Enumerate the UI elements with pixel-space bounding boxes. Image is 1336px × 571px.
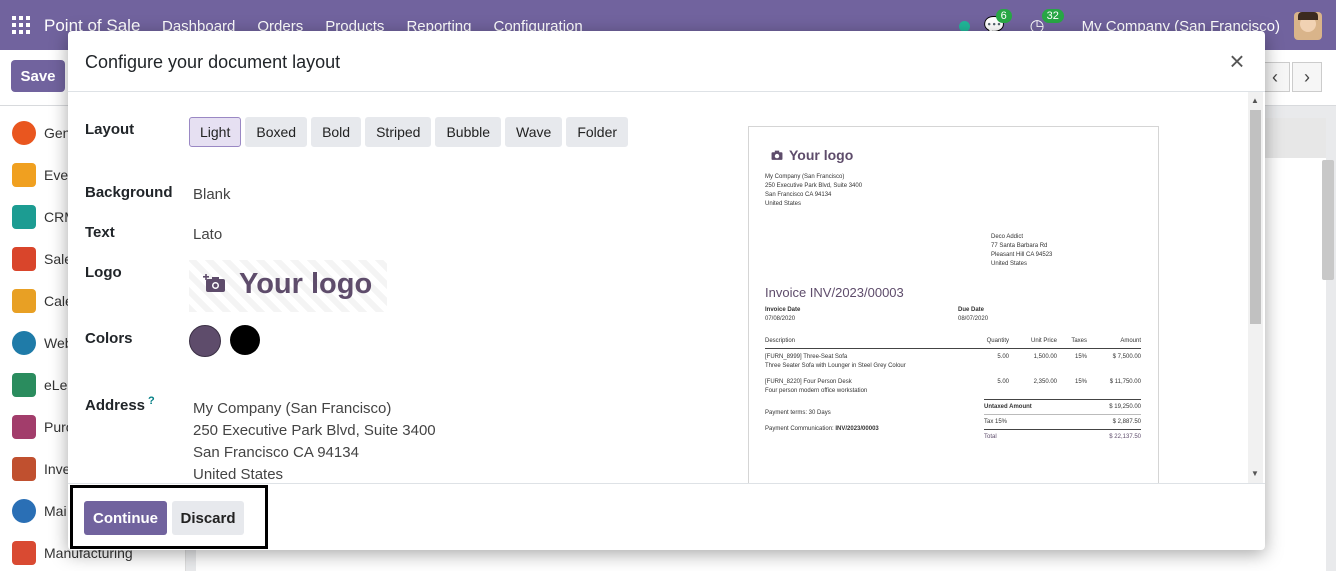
dialog-scrollbar[interactable]: ▲ ▼ <box>1248 92 1263 483</box>
dialog-title: Configure your document layout <box>85 52 341 72</box>
camera-plus-icon <box>203 274 225 292</box>
preview-cell: 15% <box>1074 379 1087 385</box>
logo-placeholder-text: Your logo <box>239 268 373 300</box>
preview-untaxed-label: Untaxed Amount <box>984 404 1032 410</box>
preview-invoice-title: Invoice INV/2023/00003 <box>765 285 904 300</box>
discard-button[interactable]: Discard <box>172 501 244 535</box>
layout-option-light[interactable]: Light <box>189 117 242 147</box>
logo-label: Logo <box>85 264 122 281</box>
layout-option-boxed[interactable]: Boxed <box>245 117 308 147</box>
dialog-header: Configure your document layout × <box>68 31 1265 92</box>
preview-tax-label: Tax 15% <box>984 419 1008 425</box>
preview-cell: 5.00 <box>997 354 1009 360</box>
layout-option-wave[interactable]: Wave <box>505 117 563 147</box>
preview-total-value: $ 22,137.50 <box>1109 434 1141 440</box>
document-preview: Your logo My Company (San Francisco) 250 … <box>748 126 1159 483</box>
preview-customer-address: Deco Addict 77 Santa Barbara Rd Pleasant … <box>991 234 1053 267</box>
layout-option-folder[interactable]: Folder <box>566 117 629 147</box>
preview-divider <box>984 399 1141 400</box>
close-icon[interactable]: × <box>1223 47 1251 75</box>
preview-payment-terms: Payment terms: 30 Days <box>765 410 831 416</box>
preview-divider <box>765 348 1141 349</box>
preview-invoice-date: Invoice Date 07/08/2020 <box>765 307 801 322</box>
preview-divider <box>984 414 1141 415</box>
preview-due-date: Due Date 08/07/2020 <box>958 307 989 322</box>
preview-col-taxes: Taxes <box>1071 338 1087 344</box>
address-label: Address? <box>85 395 155 414</box>
layout-option-bubble[interactable]: Bubble <box>435 117 502 147</box>
preview-logo: Your logo <box>789 147 854 163</box>
logo-upload[interactable]: Your logo <box>189 260 387 312</box>
preview-untaxed-value: $ 19,250.00 <box>1109 404 1141 410</box>
preview-divider <box>984 429 1141 430</box>
scroll-up-icon[interactable]: ▲ <box>1251 96 1259 105</box>
preview-col-quantity: Quantity <box>986 338 1009 344</box>
preview-total-label: Total <box>984 434 997 440</box>
colors-label: Colors <box>85 330 133 347</box>
font-select[interactable]: Lato <box>193 226 222 243</box>
document-layout-dialog: Configure your document layout × Layout … <box>68 31 1265 550</box>
preview-col-amount: Amount <box>1120 338 1141 344</box>
scroll-down-icon[interactable]: ▼ <box>1251 469 1259 478</box>
preview-cell: 1,500.00 <box>1033 354 1057 360</box>
preview-cell: $ 7,500.00 <box>1112 354 1141 360</box>
layout-option-striped[interactable]: Striped <box>365 117 432 147</box>
text-label: Text <box>85 224 115 241</box>
preview-cell: 2,350.00 <box>1033 379 1057 385</box>
help-icon[interactable]: ? <box>148 395 155 407</box>
layout-label: Layout <box>85 121 135 138</box>
preview-company-address: My Company (San Francisco) 250 Executive … <box>765 174 863 207</box>
preview-tax-value: $ 2,887.50 <box>1112 419 1141 425</box>
background-label: Background <box>85 184 173 201</box>
layout-option-bold[interactable]: Bold <box>311 117 362 147</box>
preview-payment-communication: Payment Communication: INV/2023/00003 <box>765 426 879 432</box>
layout-selector: Light Boxed Bold Striped Bubble Wave Fol… <box>189 117 629 147</box>
preview-col-description: Description <box>765 338 796 344</box>
preview-col-unit-price: Unit Price <box>1030 338 1057 344</box>
dialog-footer: Continue Discard <box>68 483 1265 550</box>
table-row: [FURN_8999] Three-Seat Sofa Three Seater … <box>765 354 906 369</box>
preview-cell: $ 11,750.00 <box>1109 379 1141 385</box>
secondary-color-swatch[interactable] <box>230 325 260 355</box>
company-address: My Company (San Francisco) 250 Executive… <box>193 400 436 483</box>
dialog-body: Layout Light Boxed Bold Striped Bubble W… <box>68 92 1265 483</box>
primary-color-swatch[interactable] <box>189 325 221 357</box>
background-select[interactable]: Blank <box>193 186 231 203</box>
preview-cell: 5.00 <box>997 379 1009 385</box>
continue-button[interactable]: Continue <box>84 501 167 535</box>
camera-icon <box>771 150 783 160</box>
table-row: [FURN_8220] Four Person Desk Four person … <box>765 379 868 394</box>
scrollbar-thumb[interactable] <box>1250 110 1261 324</box>
preview-cell: 15% <box>1074 354 1087 360</box>
